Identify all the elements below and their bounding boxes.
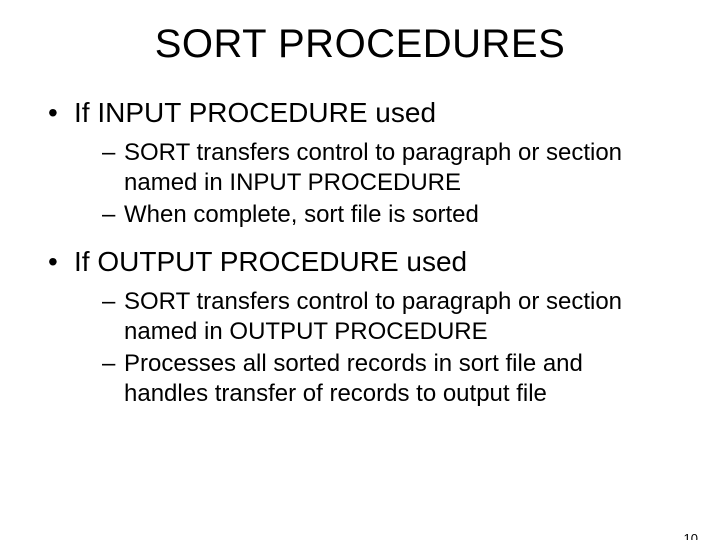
sub-bullet-list: SORT transfers control to paragraph or s… <box>74 287 672 409</box>
bullet-text: If OUTPUT PROCEDURE used <box>74 246 467 277</box>
bullet-list: If INPUT PROCEDURE used SORT transfers c… <box>0 95 720 409</box>
sub-bullet-item: SORT transfers control to paragraph or s… <box>102 138 672 198</box>
page-number: 10 <box>684 531 698 540</box>
sub-bullet-item: SORT transfers control to paragraph or s… <box>102 287 672 347</box>
sub-bullet-item: When complete, sort file is sorted <box>102 200 672 230</box>
sub-bullet-list: SORT transfers control to paragraph or s… <box>74 138 672 230</box>
sub-bullet-text: SORT transfers control to paragraph or s… <box>124 288 622 345</box>
sub-bullet-item: Processes all sorted records in sort fil… <box>102 349 672 409</box>
sub-bullet-text: When complete, sort file is sorted <box>124 201 479 228</box>
bullet-item: If OUTPUT PROCEDURE used SORT transfers … <box>48 244 672 409</box>
bullet-text: If INPUT PROCEDURE used <box>74 97 436 128</box>
slide: SORT PROCEDURES If INPUT PROCEDURE used … <box>0 22 720 540</box>
bullet-item: If INPUT PROCEDURE used SORT transfers c… <box>48 95 672 230</box>
sub-bullet-text: SORT transfers control to paragraph or s… <box>124 139 622 196</box>
sub-bullet-text: Processes all sorted records in sort fil… <box>124 350 583 407</box>
slide-title: SORT PROCEDURES <box>0 22 720 67</box>
